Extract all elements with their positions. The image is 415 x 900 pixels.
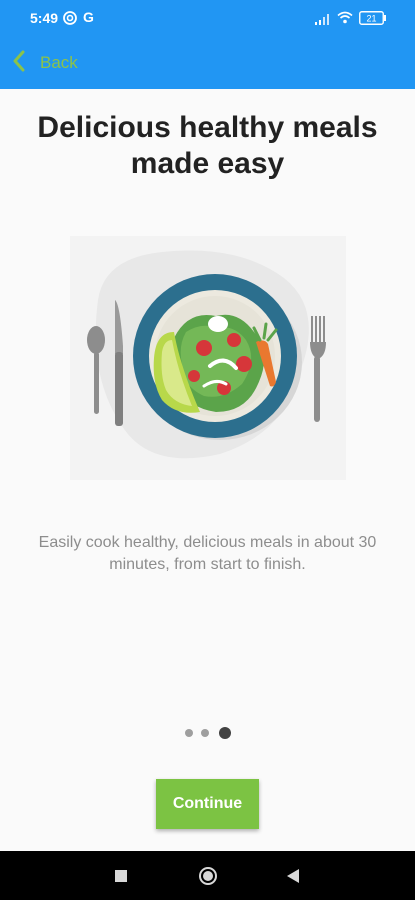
page-dot-1[interactable] <box>184 729 193 737</box>
home-circle-icon[interactable] <box>192 851 224 900</box>
battery-level: 21 <box>366 14 376 24</box>
status-bar: 5:49 G 21 <box>0 0 415 36</box>
page-title: Delicious healthy meals made easy <box>37 111 378 180</box>
system-nav-bar <box>0 851 415 900</box>
continue-button[interactable]: Continue <box>156 779 259 829</box>
page-dot-2[interactable] <box>200 729 209 737</box>
chevron-left-icon <box>12 50 26 77</box>
status-time: 5:49 <box>30 10 59 26</box>
signal-icon <box>315 12 331 30</box>
google-icon: G <box>83 9 94 25</box>
page-indicator <box>0 727 415 739</box>
back-label: Back <box>40 53 78 72</box>
at-sign-icon <box>63 11 77 30</box>
app-bar: Back <box>0 36 415 89</box>
back-button[interactable]: Back <box>12 48 78 78</box>
back-triangle-icon[interactable] <box>278 851 308 900</box>
battery-icon: 21 <box>359 11 387 30</box>
wifi-icon <box>337 11 353 29</box>
description-text: Easily cook healthy, delicious meals in … <box>38 534 377 573</box>
salad-plate-illustration <box>70 236 346 480</box>
page-dot-3[interactable] <box>218 727 231 739</box>
recents-square-icon[interactable] <box>106 851 136 900</box>
